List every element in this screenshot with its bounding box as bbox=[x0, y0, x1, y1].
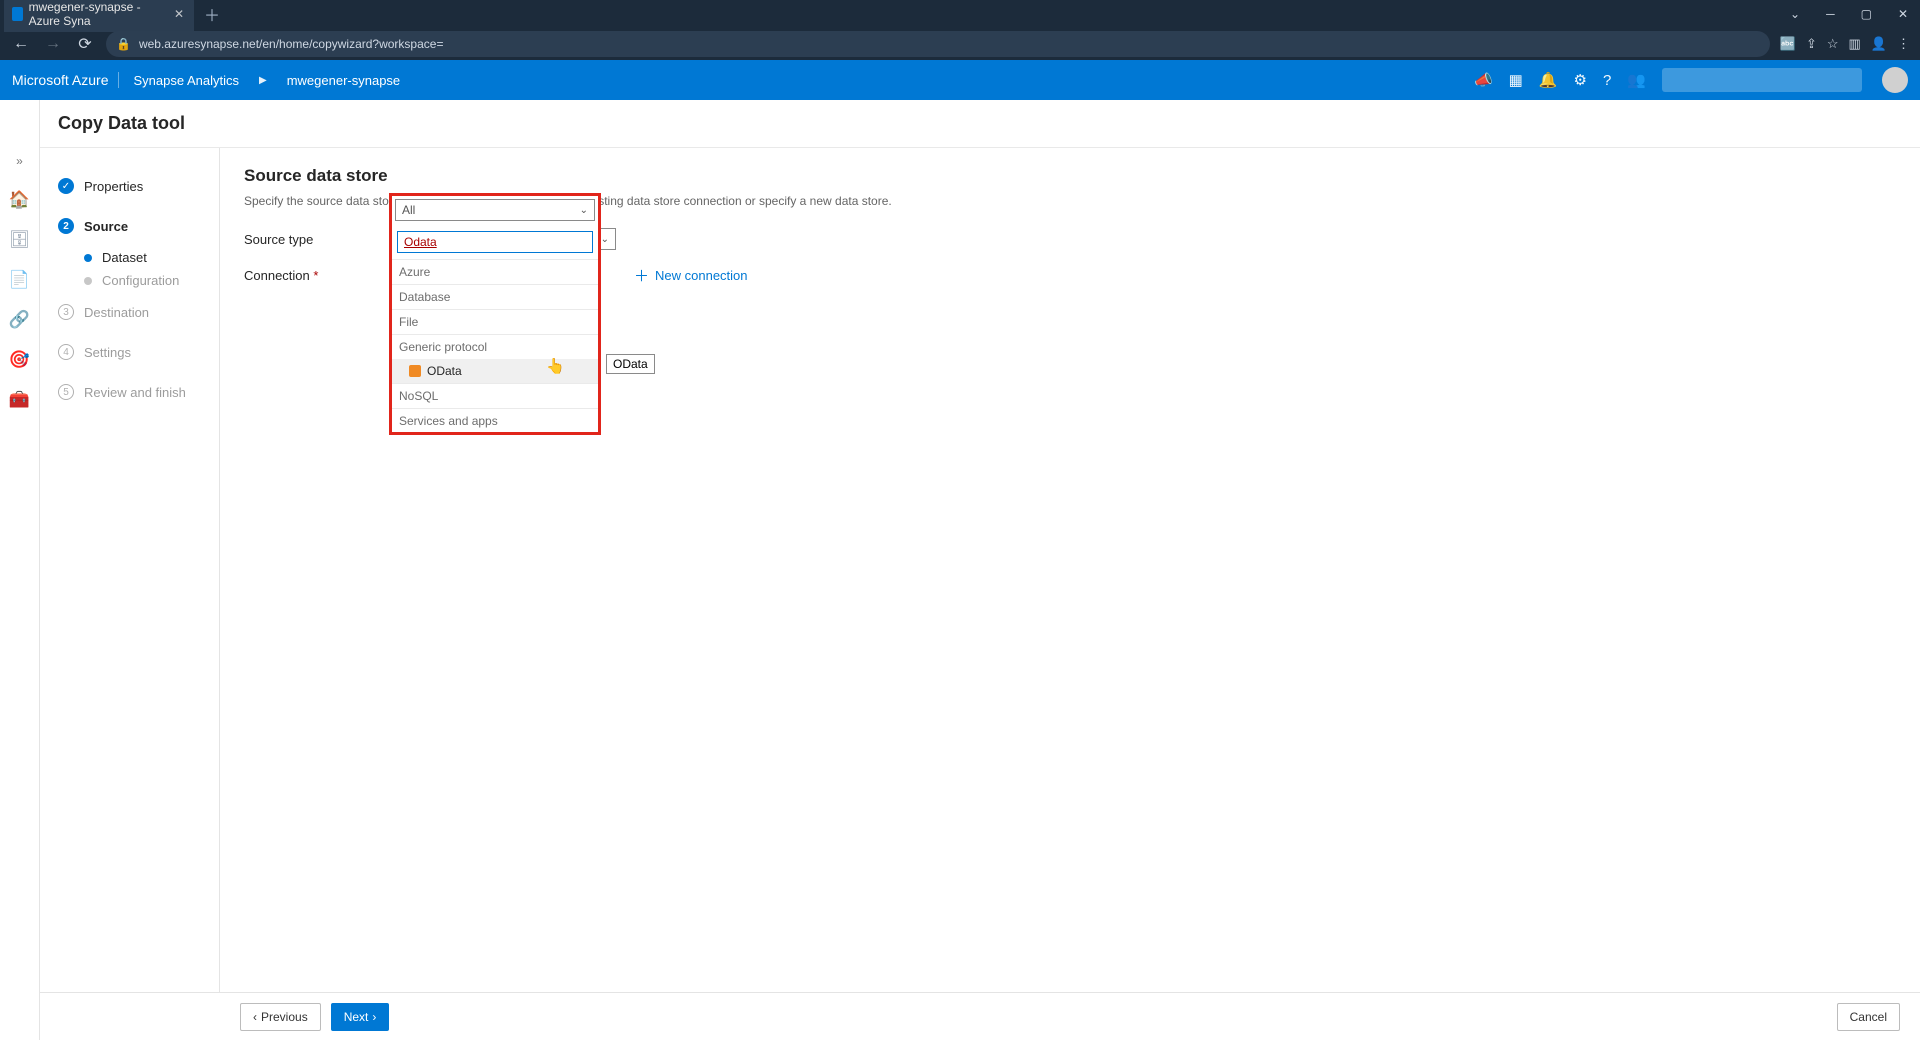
breadcrumb-root[interactable]: Synapse Analytics bbox=[133, 73, 239, 88]
dropdown-search-input[interactable] bbox=[397, 231, 593, 253]
breadcrumb-workspace[interactable]: mwegener-synapse bbox=[287, 73, 400, 88]
home-icon[interactable]: 🏠 bbox=[8, 188, 32, 212]
chevron-right-icon: ▶ bbox=[253, 75, 273, 86]
page-title: Copy Data tool bbox=[40, 100, 1920, 148]
brand-label: Microsoft Azure bbox=[12, 72, 119, 88]
substep-configuration: Configuration bbox=[58, 269, 211, 292]
address-bar[interactable]: 🔒 web.azuresynapse.net/en/home/copywizar… bbox=[106, 31, 1770, 57]
step-settings: 4 Settings bbox=[58, 332, 211, 372]
azure-top-bar: Microsoft Azure Synapse Analytics ▶ mweg… bbox=[0, 60, 1920, 100]
chevron-down-icon: ⌄ bbox=[580, 205, 588, 216]
feedback-icon[interactable]: 📣 bbox=[1474, 71, 1493, 89]
settings-icon[interactable]: ⚙ bbox=[1574, 71, 1587, 89]
check-icon: ✓ bbox=[58, 178, 74, 194]
browser-tab[interactable]: mwegener-synapse - Azure Syna ✕ bbox=[4, 0, 194, 32]
tab-title: mwegener-synapse - Azure Syna bbox=[29, 0, 162, 28]
option-group-database[interactable]: Database bbox=[391, 284, 599, 309]
user-account-chip[interactable] bbox=[1662, 68, 1862, 92]
sidepanel-icon[interactable]: ▥ bbox=[1849, 36, 1861, 52]
left-icon-rail: » 🏠 🗄 📄 🔗 🎯 🧰 bbox=[0, 148, 40, 1040]
lock-icon: 🔒 bbox=[116, 37, 131, 51]
new-tab-button[interactable]: ＋ bbox=[204, 2, 220, 26]
new-connection-button[interactable]: ＋ New connection bbox=[634, 265, 748, 286]
manage-icon[interactable]: 🧰 bbox=[8, 388, 32, 412]
tooltip-odata: OData bbox=[606, 354, 655, 374]
window-close-icon[interactable]: ✕ bbox=[1892, 5, 1914, 23]
develop-icon[interactable]: 📄 bbox=[8, 268, 32, 292]
label-connection: Connection bbox=[244, 268, 414, 283]
overflow-menu-icon[interactable]: ⋮ bbox=[1897, 36, 1910, 52]
person-feedback-icon[interactable]: 👥 bbox=[1627, 71, 1646, 89]
expand-rail-icon[interactable]: » bbox=[16, 154, 23, 168]
next-button[interactable]: Next › bbox=[331, 1003, 390, 1031]
step-number-icon: 5 bbox=[58, 384, 74, 400]
odata-service-icon bbox=[409, 365, 421, 377]
previous-button[interactable]: ‹ Previous bbox=[240, 1003, 321, 1031]
tab-favicon bbox=[12, 7, 23, 21]
section-heading: Source data store bbox=[244, 166, 1896, 186]
step-number-icon: 4 bbox=[58, 344, 74, 360]
chevron-left-icon: ‹ bbox=[253, 1010, 257, 1024]
step-number-icon: 2 bbox=[58, 218, 74, 234]
help-icon[interactable]: ? bbox=[1603, 72, 1611, 89]
dot-icon bbox=[84, 277, 92, 285]
chevron-down-icon[interactable]: ⌄ bbox=[1784, 5, 1806, 23]
avatar[interactable] bbox=[1882, 67, 1908, 93]
dot-icon bbox=[84, 254, 92, 262]
step-destination: 3 Destination bbox=[58, 292, 211, 332]
step-review: 5 Review and finish bbox=[58, 372, 211, 412]
data-icon[interactable]: 🗄 bbox=[8, 228, 32, 252]
option-group-azure[interactable]: Azure bbox=[391, 259, 599, 284]
chevron-down-icon: ⌄ bbox=[601, 234, 609, 245]
browser-chrome: mwegener-synapse - Azure Syna ✕ ＋ ⌄ ─ ▢ … bbox=[0, 0, 1920, 60]
source-type-select-echo[interactable]: All ⌄ bbox=[395, 199, 595, 221]
integrate-icon[interactable]: 🔗 bbox=[8, 308, 32, 332]
back-button[interactable]: ← bbox=[10, 35, 32, 53]
bookmark-icon[interactable]: ☆ bbox=[1827, 36, 1839, 52]
option-group-nosql[interactable]: NoSQL bbox=[391, 383, 599, 408]
label-source-type: Source type bbox=[244, 232, 414, 247]
step-source[interactable]: 2 Source bbox=[58, 206, 211, 246]
wizard-footer: ‹ Previous Next › Cancel bbox=[40, 992, 1920, 1040]
window-minimize-icon[interactable]: ─ bbox=[1820, 5, 1841, 23]
step-number-icon: 3 bbox=[58, 304, 74, 320]
monitor-icon[interactable]: 🎯 bbox=[8, 348, 32, 372]
window-maximize-icon[interactable]: ▢ bbox=[1855, 5, 1878, 23]
profile-icon[interactable]: 👤 bbox=[1871, 36, 1887, 52]
cancel-button[interactable]: Cancel bbox=[1837, 1003, 1900, 1031]
reload-button[interactable]: ⟳ bbox=[74, 34, 96, 54]
option-group-generic[interactable]: Generic protocol bbox=[391, 334, 599, 359]
url-text: web.azuresynapse.net/en/home/copywizard?… bbox=[139, 37, 444, 51]
notifications-icon[interactable]: 🔔 bbox=[1539, 71, 1558, 89]
step-properties[interactable]: ✓ Properties bbox=[58, 166, 211, 206]
wizard-steps-panel: ✓ Properties 2 Source Dataset Configurat… bbox=[40, 148, 220, 1040]
option-group-file[interactable]: File bbox=[391, 309, 599, 334]
chevron-right-icon: › bbox=[372, 1010, 376, 1024]
wizard-content: Source data store Specify the source dat… bbox=[220, 148, 1920, 1040]
source-type-dropdown: All ⌄ Azure Database File Generic protoc… bbox=[390, 194, 600, 434]
share-icon[interactable]: ⇪ bbox=[1806, 36, 1817, 52]
close-tab-icon[interactable]: ✕ bbox=[174, 7, 184, 21]
option-odata[interactable]: OData bbox=[391, 359, 599, 383]
substep-dataset[interactable]: Dataset bbox=[58, 246, 211, 269]
translate-icon[interactable]: 🔤 bbox=[1780, 36, 1796, 52]
forward-button[interactable]: → bbox=[42, 35, 64, 53]
plus-icon: ＋ bbox=[634, 265, 649, 286]
option-group-services[interactable]: Services and apps bbox=[391, 408, 599, 433]
dashboard-icon[interactable]: ▦ bbox=[1509, 71, 1523, 89]
